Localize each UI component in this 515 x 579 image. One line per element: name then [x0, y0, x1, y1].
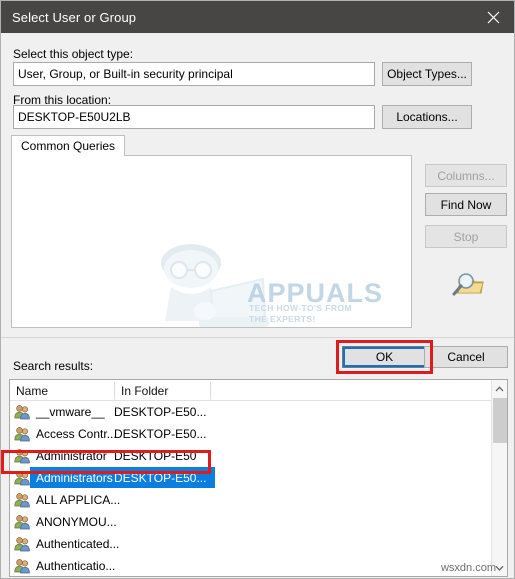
object-type-label: Select this object type: — [13, 47, 134, 61]
row-name: __vmware__ — [36, 405, 105, 419]
table-row[interactable]: ALL APPLICA... — [10, 489, 507, 511]
row-name: Administrator — [36, 449, 107, 463]
locations-button[interactable]: Locations... — [382, 105, 472, 129]
select-user-or-group-dialog: Select User or Group Select this object … — [0, 0, 515, 579]
column-header-in-folder[interactable]: In Folder — [115, 380, 210, 401]
find-now-button[interactable]: Find Now — [425, 193, 507, 216]
scroll-up-icon[interactable] — [492, 380, 507, 397]
tab-common-queries[interactable]: Common Queries — [11, 135, 126, 156]
table-row[interactable]: Administrators DESKTOP-E50... — [10, 467, 507, 489]
row-name: Administrators — [36, 471, 113, 485]
divider — [1, 337, 514, 338]
row-name: Authenticatio... — [36, 559, 116, 573]
group-icon — [14, 404, 31, 420]
window-title: Select User or Group — [12, 9, 137, 25]
scrollbar-thumb[interactable] — [493, 398, 507, 443]
group-icon — [14, 426, 31, 442]
row-name: Authenticated... — [36, 537, 120, 551]
cancel-button[interactable]: Cancel — [424, 346, 508, 368]
row-folder: DESKTOP-E50 — [114, 449, 197, 463]
table-row[interactable]: __vmware__ DESKTOP-E50... — [10, 401, 507, 423]
table-row[interactable]: Access Contr... DESKTOP-E50... — [10, 423, 507, 445]
group-icon — [14, 470, 31, 486]
common-queries-panel — [11, 155, 412, 328]
row-folder: DESKTOP-E50... — [114, 427, 207, 441]
column-header-name[interactable]: Name — [10, 380, 114, 401]
search-results-label: Search results: — [13, 359, 94, 373]
row-folder: DESKTOP-E50... — [114, 405, 207, 419]
search-results-list[interactable]: Name In Folder __vmware__ DESKTOP-E50... A… — [9, 379, 508, 577]
list-header: Name In Folder — [10, 380, 507, 401]
scroll-down-icon[interactable] — [492, 559, 507, 576]
object-types-button[interactable]: Object Types... — [382, 62, 472, 86]
group-icon — [14, 448, 31, 464]
location-input[interactable]: DESKTOP-E50U2LB — [13, 105, 375, 129]
group-icon — [14, 536, 31, 552]
group-icon — [14, 558, 31, 574]
columns-button[interactable]: Columns... — [425, 164, 507, 187]
title-bar: Select User or Group — [1, 1, 514, 33]
row-name: Access Contr... — [36, 427, 117, 441]
row-folder: DESKTOP-E50... — [114, 471, 207, 485]
list-rows: __vmware__ DESKTOP-E50... Access Contr... D… — [10, 401, 507, 576]
tab-strip: Common Queries — [11, 135, 412, 156]
table-row[interactable]: Administrator DESKTOP-E50 — [10, 445, 507, 467]
magnifier-folder-icon — [447, 269, 487, 301]
stop-button[interactable]: Stop — [425, 225, 507, 248]
column-divider — [210, 382, 211, 399]
group-icon — [14, 514, 31, 530]
table-row[interactable]: Authenticated... — [10, 533, 507, 555]
table-row[interactable]: ANONYMOU... — [10, 511, 507, 533]
row-name: ALL APPLICA... — [36, 493, 121, 507]
row-name: ANONYMOU... — [36, 515, 117, 529]
table-row[interactable]: Authenticatio... — [10, 555, 507, 576]
ok-button[interactable]: OK — [342, 346, 427, 368]
close-icon[interactable] — [470, 1, 514, 33]
list-scrollbar[interactable] — [491, 380, 507, 576]
group-icon — [14, 492, 31, 508]
object-type-input[interactable]: User, Group, or Built-in security princi… — [13, 62, 375, 86]
